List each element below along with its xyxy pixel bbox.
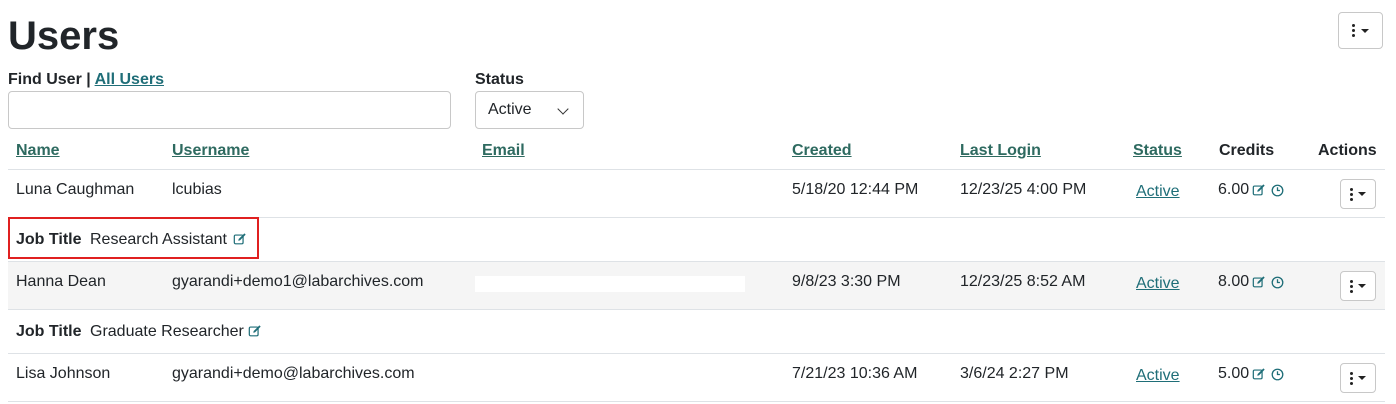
find-user-input[interactable]: [8, 91, 451, 129]
page-actions-menu-button[interactable]: [1338, 12, 1383, 49]
status-filter-label: Status: [475, 71, 524, 88]
row-actions-button[interactable]: [1340, 363, 1376, 393]
table-header-row: Name Username Email Created Last Login S…: [8, 132, 1385, 170]
page-title: Users: [8, 14, 120, 58]
credit-history-icon[interactable]: [1271, 184, 1284, 197]
user-last-login: 3/6/24 2:27 PM: [960, 365, 1069, 382]
sort-created-header[interactable]: Created: [792, 141, 852, 161]
users-table: Name Username Email Created Last Login S…: [8, 132, 1385, 402]
caret-down-icon: [1361, 28, 1369, 33]
all-users-link[interactable]: All Users: [95, 71, 164, 88]
sort-username-header[interactable]: Username: [172, 141, 249, 161]
job-title-value: Graduate Researcher: [90, 323, 244, 340]
job-title-label: Job Title: [16, 323, 82, 340]
highlight-annotation: [8, 217, 259, 259]
user-status-link[interactable]: Active: [1136, 182, 1180, 202]
user-status-link[interactable]: Active: [1136, 366, 1180, 386]
user-name: Lisa Johnson: [16, 365, 111, 382]
credits-value: 8.00: [1218, 273, 1250, 290]
user-credits: 6.00: [1218, 180, 1284, 200]
chevron-down-icon: [557, 103, 569, 115]
user-created: 9/8/23 3:30 PM: [792, 273, 901, 290]
table-row: Luna Caughman lcubias 5/18/20 12:44 PM 1…: [8, 170, 1385, 218]
job-title-row: Job Title Graduate Researcher: [8, 310, 1385, 354]
kebab-icon: [1350, 371, 1353, 385]
edit-job-title-icon[interactable]: [248, 324, 262, 338]
user-username: gyarandi+demo1@labarchives.com: [172, 273, 424, 290]
row-actions-button[interactable]: [1340, 179, 1376, 209]
caret-down-icon: [1358, 376, 1366, 380]
credits-header: Credits: [1219, 142, 1275, 159]
user-last-login: 12/23/25 8:52 AM: [960, 273, 1086, 290]
caret-down-icon: [1358, 192, 1366, 196]
sort-name-header[interactable]: Name: [16, 141, 60, 161]
user-credits: 5.00: [1218, 364, 1284, 384]
edit-credits-icon[interactable]: [1252, 275, 1266, 289]
find-user-label: Find User | All Users: [8, 71, 164, 88]
status-filter-select[interactable]: Active: [475, 91, 584, 129]
sort-email-header[interactable]: Email: [482, 141, 525, 161]
user-username: gyarandi+demo@labarchives.com: [172, 365, 415, 382]
credits-value: 6.00: [1218, 181, 1250, 198]
redacted-email: [475, 276, 745, 292]
user-name: Hanna Dean: [16, 273, 106, 290]
kebab-icon: [1350, 279, 1353, 293]
kebab-icon: [1352, 24, 1355, 37]
table-row: Hanna Dean gyarandi+demo1@labarchives.co…: [8, 262, 1385, 310]
user-last-login: 12/23/25 4:00 PM: [960, 181, 1087, 198]
edit-credits-icon[interactable]: [1252, 183, 1266, 197]
sort-last-login-header[interactable]: Last Login: [960, 141, 1041, 161]
caret-down-icon: [1358, 284, 1366, 288]
actions-header: Actions: [1318, 142, 1377, 159]
user-created: 5/18/20 12:44 PM: [792, 181, 919, 198]
user-username: lcubias: [172, 181, 222, 198]
row-actions-button[interactable]: [1340, 271, 1376, 301]
credit-history-icon[interactable]: [1271, 276, 1284, 289]
table-row: Lisa Johnson gyarandi+demo@labarchives.c…: [8, 354, 1385, 402]
user-created: 7/21/23 10:36 AM: [792, 365, 918, 382]
status-filter-value: Active: [488, 101, 532, 118]
user-credits: 8.00: [1218, 272, 1284, 292]
kebab-icon: [1350, 187, 1353, 201]
user-status-link[interactable]: Active: [1136, 274, 1180, 294]
sort-status-header[interactable]: Status: [1133, 141, 1182, 161]
user-name: Luna Caughman: [16, 181, 135, 198]
edit-credits-icon[interactable]: [1252, 367, 1266, 381]
credit-history-icon[interactable]: [1271, 368, 1284, 381]
credits-value: 5.00: [1218, 365, 1250, 382]
